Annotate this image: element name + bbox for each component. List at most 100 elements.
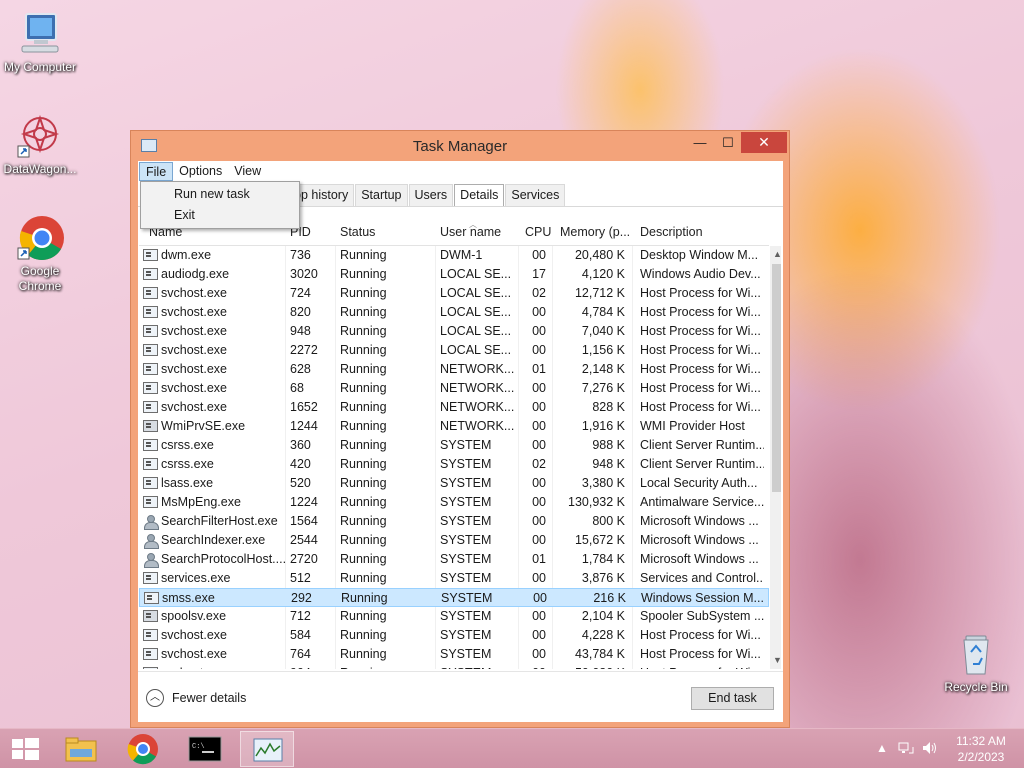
cell-memory: 7,276 K bbox=[581, 381, 625, 395]
cell-user-name: SYSTEM bbox=[440, 647, 492, 661]
table-row[interactable]: lsass.exe 520 Running SYSTEM 00 3,380 K Local … bbox=[139, 474, 769, 493]
desktop-icon-label: DataWagon... bbox=[3, 162, 77, 176]
process-window-icon bbox=[143, 363, 158, 375]
show-hidden-icons-icon[interactable]: ▲ bbox=[876, 741, 888, 755]
cell-memory: 216 K bbox=[593, 591, 626, 605]
cell-user-name: NETWORK... bbox=[440, 400, 515, 414]
menu-options[interactable]: Options bbox=[173, 162, 228, 181]
tab-startup[interactable]: Startup bbox=[355, 184, 408, 206]
tab-users[interactable]: Users bbox=[408, 184, 454, 206]
cell-description: Microsoft Windows ... bbox=[640, 552, 759, 566]
title-bar[interactable]: Task Manager — ☐ ✕ bbox=[131, 131, 789, 161]
cell-description: Host Process for Wi... bbox=[640, 628, 761, 642]
tab-details[interactable]: Details bbox=[454, 184, 505, 207]
cell-description: Host Process for Wi... bbox=[640, 362, 761, 376]
cell-memory: 948 K bbox=[592, 457, 625, 471]
scroll-up-icon[interactable]: ▲ bbox=[770, 246, 781, 263]
cell-status: Running bbox=[341, 591, 388, 605]
command-prompt-icon[interactable]: C:\ bbox=[178, 731, 232, 767]
desktop-icon-recycle-bin[interactable]: Recycle Bin bbox=[936, 630, 1016, 695]
table-row[interactable]: svchost.exe 584 Running SYSTEM 00 4,228 K Host… bbox=[139, 626, 769, 645]
table-row[interactable]: SearchProtocolHost.... 2720 Running SYSTEM 0… bbox=[139, 550, 769, 569]
cell-memory: 2,148 K bbox=[581, 362, 625, 376]
table-row[interactable]: spoolsv.exe 712 Running SYSTEM 00 2,104 K Spoo… bbox=[139, 607, 769, 626]
cell-status: Running bbox=[340, 514, 387, 528]
menu-item-run-new-task[interactable]: Run new task bbox=[141, 184, 299, 205]
cell-pid: 2720 bbox=[290, 552, 318, 566]
cell-name: csrss.exe bbox=[161, 438, 214, 452]
table-row[interactable]: svchost.exe 2272 Running LOCAL SE... 00 1,156… bbox=[139, 341, 769, 360]
fewer-details-button[interactable]: ︿ Fewer details bbox=[146, 689, 246, 707]
task-manager-icon[interactable] bbox=[240, 731, 294, 767]
table-row[interactable]: SearchIndexer.exe 2544 Running SYSTEM 00 15,6… bbox=[139, 531, 769, 550]
column-header-cpu[interactable]: CPU bbox=[525, 225, 551, 239]
table-row[interactable]: svchost.exe 68 Running NETWORK... 00 7,276 K H… bbox=[139, 379, 769, 398]
menu-item-exit[interactable]: Exit bbox=[141, 205, 299, 226]
windows-start-icon[interactable] bbox=[0, 731, 54, 767]
table-row[interactable]: svchost.exe 764 Running SYSTEM 00 43,784 K Hos… bbox=[139, 645, 769, 664]
desktop-icon-my-computer[interactable]: My Computer bbox=[0, 10, 80, 75]
file-explorer-icon[interactable] bbox=[54, 731, 108, 767]
scroll-down-icon[interactable]: ▼ bbox=[770, 652, 781, 669]
cell-cpu: 01 bbox=[532, 552, 546, 566]
scrollbar-thumb[interactable] bbox=[772, 264, 781, 492]
cell-pid: 420 bbox=[290, 457, 311, 471]
cell-cpu: 01 bbox=[532, 362, 546, 376]
table-row[interactable]: csrss.exe 420 Running SYSTEM 02 948 K Client S… bbox=[139, 455, 769, 474]
process-window-icon bbox=[143, 325, 158, 337]
table-row[interactable]: services.exe 512 Running SYSTEM 00 3,876 K Ser… bbox=[139, 569, 769, 588]
cell-cpu: 00 bbox=[532, 400, 546, 414]
volume-icon[interactable] bbox=[922, 741, 938, 758]
cell-user-name: LOCAL SE... bbox=[440, 343, 512, 357]
tab-services[interactable]: Services bbox=[505, 184, 566, 206]
table-row[interactable]: svchost.exe 628 Running NETWORK... 01 2,148 K… bbox=[139, 360, 769, 379]
column-header-status[interactable]: Status bbox=[340, 225, 375, 239]
cell-name: lsass.exe bbox=[161, 476, 214, 490]
network-icon[interactable] bbox=[898, 741, 914, 758]
process-window-icon bbox=[143, 477, 158, 489]
table-row[interactable]: svchost.exe 948 Running LOCAL SE... 00 7,040 … bbox=[139, 322, 769, 341]
table-row[interactable]: svchost.exe 820 Running LOCAL SE... 00 4,784 … bbox=[139, 303, 769, 322]
minimize-button[interactable]: — bbox=[686, 132, 714, 153]
menu-view[interactable]: View bbox=[228, 162, 267, 181]
table-row[interactable]: smss.exe 292 Running SYSTEM 00 216 K Windows S… bbox=[139, 588, 769, 607]
desktop-icon-datawagon[interactable]: DataWagon... bbox=[0, 112, 80, 177]
cell-status: Running bbox=[340, 286, 387, 300]
close-button[interactable]: ✕ bbox=[741, 132, 787, 153]
svg-text:C:\: C:\ bbox=[192, 743, 205, 751]
table-row[interactable]: svchost.exe 904 Running SYSTEM 00 50,080 K Hos… bbox=[139, 664, 769, 669]
table-row[interactable]: WmiPrvSE.exe 1244 Running NETWORK... 00 1,916… bbox=[139, 417, 769, 436]
table-row[interactable]: svchost.exe 1652 Running NETWORK... 00 828 K H… bbox=[139, 398, 769, 417]
table-row[interactable]: MsMpEng.exe 1224 Running SYSTEM 00 130,932 K A… bbox=[139, 493, 769, 512]
cell-name: MsMpEng.exe bbox=[161, 495, 241, 509]
column-header-description[interactable]: Description bbox=[640, 225, 703, 239]
cell-name: WmiPrvSE.exe bbox=[161, 419, 246, 433]
cell-description: Desktop Window M... bbox=[640, 248, 759, 262]
cell-memory: 20,480 K bbox=[574, 248, 625, 262]
user-process-icon bbox=[143, 515, 159, 530]
table-row[interactable]: svchost.exe 724 Running LOCAL SE... 02 12,712… bbox=[139, 284, 769, 303]
table-row[interactable]: audiodg.exe 3020 Running LOCAL SE... 17 4,120… bbox=[139, 265, 769, 284]
cell-cpu: 00 bbox=[532, 381, 546, 395]
menu-file[interactable]: File bbox=[139, 162, 174, 181]
cell-pid: 628 bbox=[290, 362, 311, 376]
maximize-button[interactable]: ☐ bbox=[714, 132, 742, 153]
table-row[interactable]: dwm.exe 736 Running DWM-1 00 20,480 K Desktop … bbox=[139, 246, 769, 265]
cell-pid: 68 bbox=[290, 381, 304, 395]
process-window-icon bbox=[143, 382, 158, 394]
cell-pid: 584 bbox=[290, 628, 311, 642]
column-header-memory[interactable]: Memory (p... bbox=[560, 225, 630, 239]
end-task-button[interactable]: End task bbox=[691, 687, 774, 710]
vertical-scrollbar[interactable]: ▲ ▼ bbox=[770, 246, 781, 669]
column-header-user-name[interactable]: User name bbox=[440, 225, 501, 239]
fewer-details-label: Fewer details bbox=[172, 691, 247, 705]
chrome-icon[interactable] bbox=[116, 731, 170, 767]
table-row[interactable]: SearchFilterHost.exe 1564 Running SYSTEM 00 8… bbox=[139, 512, 769, 531]
table-row[interactable]: csrss.exe 360 Running SYSTEM 00 988 K Client S… bbox=[139, 436, 769, 455]
desktop-icon-google-chrome[interactable]: Google Chrome bbox=[0, 214, 80, 294]
cell-cpu: 02 bbox=[532, 457, 546, 471]
cell-memory: 3,876 K bbox=[581, 571, 625, 585]
cell-user-name: LOCAL SE... bbox=[440, 286, 512, 300]
system-clock[interactable]: 11:32 AM 2/2/2023 bbox=[943, 733, 1019, 765]
cell-user-name: SYSTEM bbox=[440, 495, 492, 509]
